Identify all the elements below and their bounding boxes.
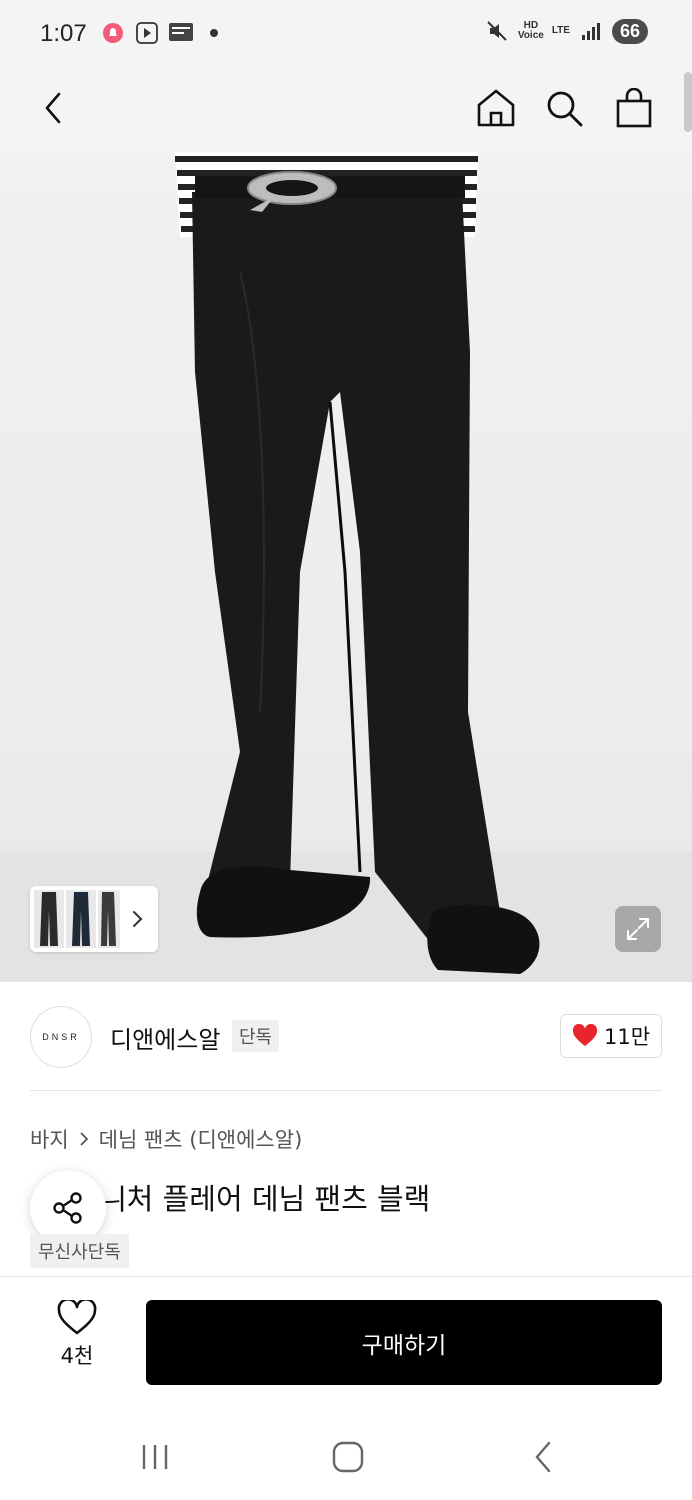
exclusive-badge: 무신사단독 bbox=[30, 1234, 129, 1268]
status-time: 1:07 bbox=[40, 20, 87, 47]
product-image[interactable] bbox=[0, 152, 692, 982]
home-button[interactable] bbox=[470, 82, 522, 134]
brand-like-count: 11만 bbox=[603, 1025, 651, 1049]
notification-bell-icon bbox=[100, 20, 126, 46]
buy-button[interactable]: 구매하기 bbox=[146, 1300, 662, 1385]
mute-icon bbox=[484, 18, 510, 44]
image-thumbnail-strip[interactable] bbox=[30, 886, 158, 952]
top-navigation-bar bbox=[0, 68, 692, 152]
status-more-dot bbox=[210, 29, 218, 37]
home-system-button[interactable] bbox=[323, 1432, 373, 1482]
battery-indicator: 66 bbox=[611, 18, 648, 44]
chevron-right-icon[interactable] bbox=[130, 909, 144, 929]
cart-button[interactable] bbox=[608, 82, 660, 134]
status-bar: 1:07 HD Voice LTE 66 bbox=[0, 0, 692, 68]
brand-row: DNSR 디앤에스알 단독 11만 bbox=[30, 1004, 662, 1068]
thumbnail-3[interactable] bbox=[98, 890, 120, 948]
scroll-indicator[interactable] bbox=[684, 72, 692, 132]
hd-voice-label: HD Voice bbox=[517, 20, 544, 41]
system-navigation-bar bbox=[0, 1410, 692, 1500]
media-icon bbox=[134, 20, 160, 46]
chevron-right-icon bbox=[80, 1132, 88, 1146]
brand-exclusive-tag: 단독 bbox=[232, 1020, 280, 1052]
thumbnail-1[interactable] bbox=[34, 890, 64, 948]
breadcrumb-subcategory[interactable]: 데님 팬츠 (디앤에스알) bbox=[99, 1124, 303, 1154]
wishlist-button[interactable]: 4천 bbox=[46, 1300, 108, 1384]
action-bar-divider bbox=[0, 1276, 692, 1277]
home-icon bbox=[477, 89, 515, 127]
back-chevron-icon bbox=[535, 1441, 551, 1473]
home-square-icon bbox=[332, 1441, 364, 1473]
search-button[interactable] bbox=[538, 82, 590, 134]
pants-photo bbox=[0, 152, 692, 982]
share-icon bbox=[53, 1192, 82, 1224]
signal-icon bbox=[578, 18, 604, 44]
section-divider bbox=[30, 1090, 662, 1091]
chevron-left-icon bbox=[45, 92, 61, 124]
back-system-button[interactable] bbox=[518, 1432, 568, 1482]
status-notification-icons bbox=[100, 20, 218, 46]
breadcrumb-category[interactable]: 바지 bbox=[30, 1124, 69, 1154]
lte-label: LTE bbox=[551, 25, 570, 36]
product-title: ㅢ처 플레어 데님 팬츠 블랙 bbox=[100, 1182, 431, 1216]
expand-icon bbox=[627, 918, 649, 940]
heart-outline-icon bbox=[57, 1300, 97, 1335]
timesheet-manager-icon bbox=[168, 20, 194, 46]
shopping-bag-icon bbox=[616, 88, 652, 128]
recent-apps-button[interactable] bbox=[130, 1432, 180, 1482]
expand-image-button[interactable] bbox=[615, 906, 661, 952]
status-system-icons: HD Voice LTE 66 bbox=[484, 18, 648, 44]
heart-filled-icon bbox=[572, 1024, 597, 1046]
search-icon bbox=[547, 91, 583, 127]
wishlist-count: 4천 bbox=[60, 1344, 94, 1368]
brand-logo[interactable]: DNSR bbox=[30, 1006, 92, 1068]
recent-apps-icon bbox=[142, 1445, 168, 1469]
thumbnail-2[interactable] bbox=[66, 890, 96, 948]
brand-like-button[interactable]: 11만 bbox=[560, 1014, 662, 1058]
breadcrumb: 바지 데님 팬츠 (디앤에스알) bbox=[30, 1124, 302, 1154]
back-button[interactable] bbox=[28, 82, 80, 134]
brand-name[interactable]: 디앤에스알 bbox=[110, 1020, 220, 1055]
